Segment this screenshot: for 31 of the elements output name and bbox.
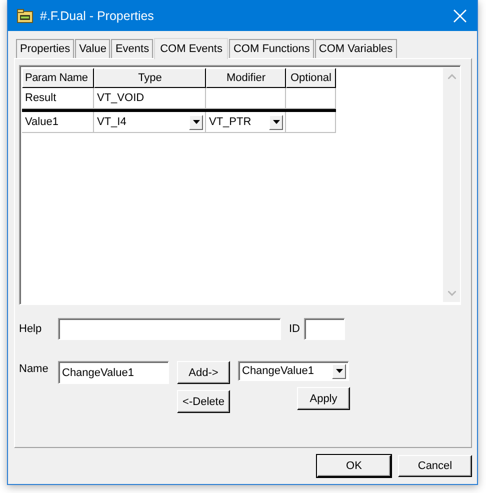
column-header: Type [94,68,206,88]
id-field[interactable] [304,318,345,340]
name-dropdown[interactable]: ChangeValue1 [238,361,349,381]
tab[interactable]: COM Events [154,38,228,59]
folder-icon [17,8,33,22]
delete-button[interactable]: <-Delete [177,390,230,413]
tab[interactable]: Events [111,39,154,58]
dialog-button[interactable]: Cancel [398,455,472,477]
column-header: Param Name [22,68,94,88]
apply-button[interactable]: Apply [297,387,350,410]
close-icon[interactable] [453,8,467,22]
name-field[interactable]: ChangeValue1 [58,361,169,384]
window-title: #.F.Dual - Properties [40,8,155,22]
help-field[interactable] [58,318,281,340]
dropdown[interactable]: VT_I4 [97,112,205,132]
column-header: Modifier [206,68,286,88]
column-header: Optional [286,68,336,88]
id-label: ID [289,323,300,335]
tab[interactable]: COM Variables [314,39,397,58]
help-label: Help [19,323,43,335]
dropdown[interactable]: VT_PTR [209,112,285,132]
table-cell: VT_VOID [94,88,206,109]
tab[interactable]: Properties [16,39,74,58]
table-cell: Result [22,88,94,109]
table-cell: Value1 [22,112,94,133]
empty-cell [286,88,336,109]
dialog-button[interactable]: OK [317,455,391,477]
tab[interactable]: Value [75,39,110,58]
tab[interactable]: COM Functions [229,39,314,58]
name-label: Name [19,362,50,377]
add-button[interactable]: Add-> [177,361,230,384]
